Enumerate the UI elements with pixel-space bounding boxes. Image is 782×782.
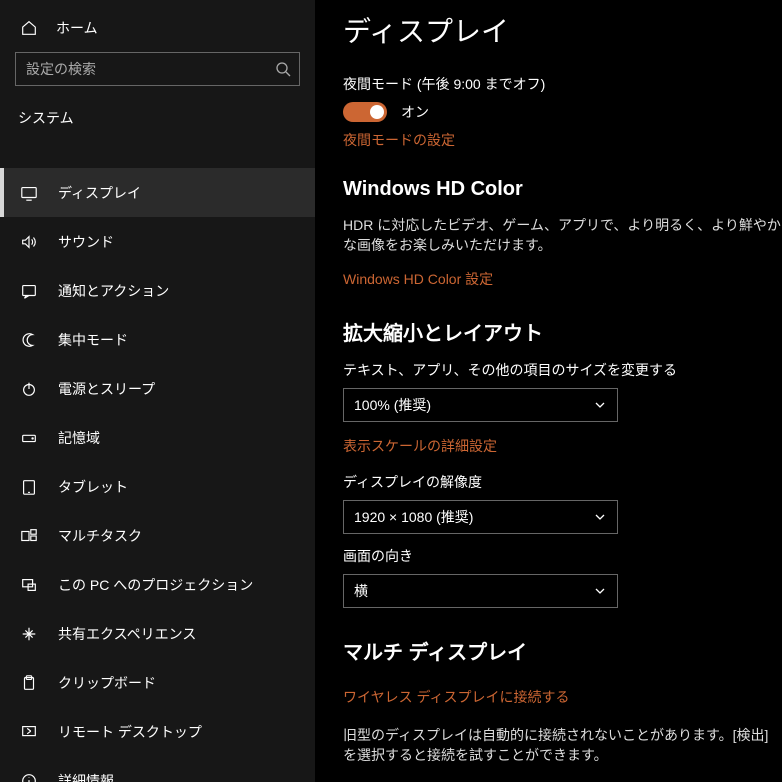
chevron-down-icon (593, 584, 607, 598)
main-content: ディスプレイ 夜間モード (午後 9:00 までオフ) オン 夜間モードの設定 … (315, 0, 782, 782)
search-box[interactable] (15, 52, 300, 86)
category-label: システム (0, 96, 315, 146)
wireless-display-link[interactable]: ワイヤレス ディスプレイに接続する (343, 687, 570, 707)
scale-advanced-link[interactable]: 表示スケールの詳細設定 (343, 436, 497, 456)
toggle-on-text: オン (401, 102, 429, 122)
hdcolor-link[interactable]: Windows HD Color 設定 (343, 269, 493, 289)
sidebar-item-about[interactable]: 詳細情報 (0, 756, 315, 782)
remote-icon (20, 723, 38, 741)
chevron-down-icon (593, 510, 607, 524)
sidebar-item-label: タブレット (58, 477, 128, 497)
display-icon (20, 184, 38, 202)
resolution-value: 1920 × 1080 (推奨) (354, 507, 473, 527)
search-input[interactable] (26, 61, 275, 77)
sidebar-item-sound[interactable]: サウンド (0, 217, 315, 266)
scale-value: 100% (推奨) (354, 395, 431, 415)
home-label: ホーム (56, 18, 98, 38)
projection-icon (20, 576, 38, 594)
sidebar-item-label: サウンド (58, 232, 114, 252)
focus-icon (20, 331, 38, 349)
sidebar-item-label: 通知とアクション (58, 281, 169, 301)
sidebar: ホーム システム ディスプレイ サウンド 通知とアクション 集中モード (0, 0, 315, 782)
sound-icon (20, 233, 38, 251)
sidebar-item-label: クリップボード (58, 673, 156, 693)
sidebar-item-tablet[interactable]: タブレット (0, 462, 315, 511)
search-container (0, 52, 315, 96)
night-light-settings-link[interactable]: 夜間モードの設定 (343, 130, 455, 150)
sidebar-item-label: 電源とスリープ (58, 379, 155, 399)
multi-display-heading: マルチ ディスプレイ (343, 636, 782, 665)
orientation-value: 横 (354, 581, 368, 601)
night-light-label: 夜間モード (午後 9:00 までオフ) (343, 74, 782, 94)
scale-heading: 拡大縮小とレイアウト (343, 317, 782, 346)
page-title: ディスプレイ (343, 10, 782, 50)
info-icon (20, 772, 38, 782)
power-icon (20, 380, 38, 398)
sidebar-item-label: 集中モード (58, 330, 128, 350)
sidebar-item-label: 詳細情報 (58, 771, 114, 782)
hdcolor-heading: Windows HD Color (343, 178, 782, 201)
sidebar-item-remote[interactable]: リモート デスクトップ (0, 707, 315, 756)
sidebar-item-multitask[interactable]: マルチタスク (0, 511, 315, 560)
notifications-icon (20, 282, 38, 300)
sidebar-item-display[interactable]: ディスプレイ (0, 168, 315, 217)
resolution-select[interactable]: 1920 × 1080 (推奨) (343, 500, 618, 534)
storage-icon (20, 429, 38, 447)
tablet-icon (20, 478, 38, 496)
night-light-toggle[interactable] (343, 102, 387, 122)
orientation-label: 画面の向き (343, 546, 782, 566)
scale-select[interactable]: 100% (推奨) (343, 388, 618, 422)
resolution-label: ディスプレイの解像度 (343, 472, 782, 492)
home-link[interactable]: ホーム (0, 10, 315, 52)
scale-label: テキスト、アプリ、その他の項目のサイズを変更する (343, 360, 782, 380)
sidebar-item-label: 共有エクスペリエンス (58, 624, 196, 644)
sidebar-item-label: ディスプレイ (58, 183, 141, 203)
night-light-toggle-row: オン (343, 102, 782, 122)
chevron-down-icon (593, 398, 607, 412)
home-icon (20, 19, 38, 37)
sidebar-item-label: 記憶域 (58, 428, 100, 448)
sidebar-item-power[interactable]: 電源とスリープ (0, 364, 315, 413)
sidebar-item-label: リモート デスクトップ (58, 722, 202, 742)
sidebar-item-clipboard[interactable]: クリップボード (0, 658, 315, 707)
shared-icon (20, 625, 38, 643)
sidebar-item-label: この PC へのプロジェクション (58, 575, 253, 595)
clipboard-icon (20, 674, 38, 692)
hdcolor-desc: HDR に対応したビデオ、ゲーム、アプリで、より明るく、より鮮やかな画像をお楽し… (343, 215, 782, 255)
sidebar-item-shared[interactable]: 共有エクスペリエンス (0, 609, 315, 658)
multi-display-desc: 旧型のディスプレイは自動的に接続されないことがあります。[検出] を選択すると接… (343, 725, 782, 765)
sidebar-item-storage[interactable]: 記憶域 (0, 413, 315, 462)
nav-list: ディスプレイ サウンド 通知とアクション 集中モード 電源とスリープ 記憶域 タ… (0, 168, 315, 782)
orientation-select[interactable]: 横 (343, 574, 618, 608)
sidebar-item-projection[interactable]: この PC へのプロジェクション (0, 560, 315, 609)
search-icon (275, 61, 291, 77)
sidebar-item-focus[interactable]: 集中モード (0, 315, 315, 364)
sidebar-item-label: マルチタスク (58, 526, 142, 546)
multitask-icon (20, 527, 38, 545)
sidebar-item-notifications[interactable]: 通知とアクション (0, 266, 315, 315)
